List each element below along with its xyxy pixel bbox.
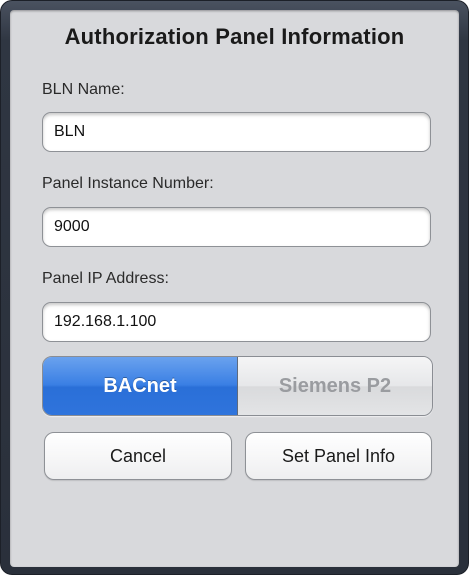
dialog-title: Authorization Panel Information — [64, 24, 405, 49]
protocol-segmented-control: BACnet Siemens P2 — [42, 356, 433, 416]
panel-instance-label: Panel Instance Number: — [42, 175, 214, 192]
panel-ip-label: Panel IP Address: — [42, 270, 169, 287]
bln-name-label: BLN Name: — [42, 81, 125, 98]
protocol-siemens-p2-segment[interactable]: Siemens P2 — [238, 357, 432, 415]
panel-instance-input[interactable] — [42, 207, 431, 247]
cancel-button[interactable]: Cancel — [44, 432, 232, 480]
set-panel-info-button[interactable]: Set Panel Info — [245, 432, 432, 480]
popover-frame: Authorization Panel Information BLN Name… — [0, 0, 469, 575]
bln-name-input[interactable] — [42, 112, 431, 152]
protocol-bacnet-segment[interactable]: BACnet — [43, 357, 238, 415]
dialog-content: Authorization Panel Information BLN Name… — [10, 10, 459, 567]
panel-ip-input[interactable] — [42, 302, 431, 342]
